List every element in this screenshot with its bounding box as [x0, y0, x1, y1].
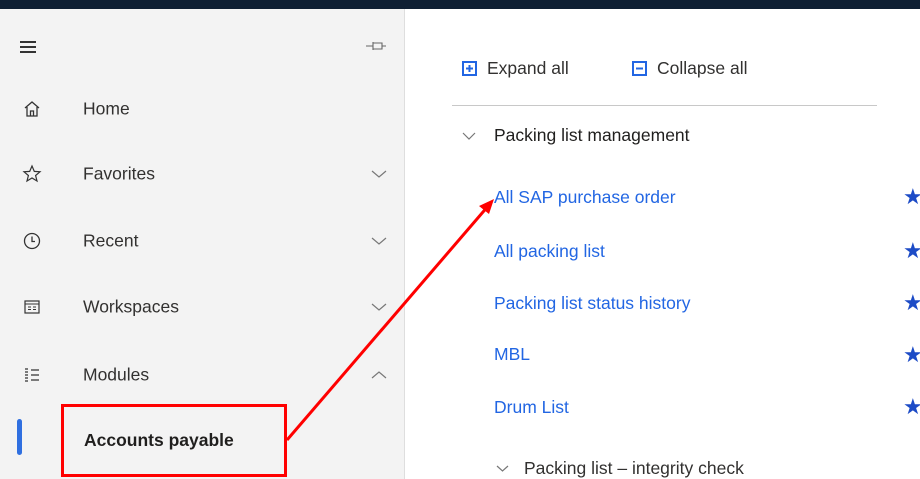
link-mbl[interactable]: MBL [494, 344, 530, 365]
collapse-all-button[interactable]: Collapse all [632, 58, 747, 79]
group-header-packing-list-management[interactable]: Packing list management [462, 125, 690, 146]
workspace-icon [24, 300, 40, 314]
sidebar-item-label: Favorites [83, 163, 155, 184]
divider [452, 105, 877, 106]
list-icon [25, 368, 39, 382]
sidebar-item-label: Modules [83, 364, 150, 385]
active-indicator [17, 419, 22, 455]
chevron-down-icon[interactable] [371, 169, 387, 179]
group-title: Packing list management [494, 125, 690, 145]
group-title: Packing list – integrity check [524, 458, 744, 478]
favorite-star-icon[interactable]: ★ [903, 396, 920, 418]
clock-icon [23, 232, 41, 250]
link-all-sap-purchase-order[interactable]: All SAP purchase order [494, 187, 676, 208]
favorite-star-icon[interactable]: ★ [903, 344, 920, 366]
sidebar-item-label: Recent [83, 230, 139, 251]
pin-icon[interactable] [365, 39, 387, 53]
favorite-star-icon[interactable]: ★ [903, 292, 920, 314]
top-bar [0, 0, 920, 9]
annotation-highlight-box [61, 404, 287, 477]
link-drum-list[interactable]: Drum List [494, 397, 569, 418]
star-outline-icon [22, 164, 42, 183]
sidebar-item-label: Home [83, 98, 130, 119]
link-packing-list-status-history[interactable]: Packing list status history [494, 293, 690, 314]
sidebar-item-favorites[interactable]: Favorites [0, 144, 404, 204]
chevron-up-icon[interactable] [371, 370, 387, 380]
expand-all-label: Expand all [487, 58, 569, 78]
favorite-star-icon[interactable]: ★ [903, 186, 920, 208]
chevron-down-icon [462, 132, 476, 140]
favorite-star-icon[interactable]: ★ [903, 240, 920, 262]
sidebar-item-recent[interactable]: Recent [0, 211, 404, 271]
link-all-packing-list[interactable]: All packing list [494, 241, 605, 262]
chevron-down-icon[interactable] [371, 236, 387, 246]
collapse-icon [632, 61, 647, 76]
expand-icon [462, 61, 477, 76]
sidebar-item-label: Workspaces [83, 296, 179, 317]
group-header-integrity-check[interactable]: Packing list – integrity check [496, 458, 744, 479]
chevron-down-icon [496, 465, 509, 472]
home-icon [24, 101, 40, 117]
sidebar-item-modules[interactable]: Modules [0, 345, 404, 405]
sidebar-item-workspaces[interactable]: Workspaces [0, 277, 404, 337]
expand-all-button[interactable]: Expand all [462, 58, 569, 79]
sidebar-item-home[interactable]: Home [0, 79, 404, 139]
chevron-down-icon[interactable] [371, 302, 387, 312]
main-content [405, 9, 920, 479]
collapse-all-label: Collapse all [657, 58, 748, 78]
hamburger-menu-icon[interactable] [20, 41, 36, 53]
